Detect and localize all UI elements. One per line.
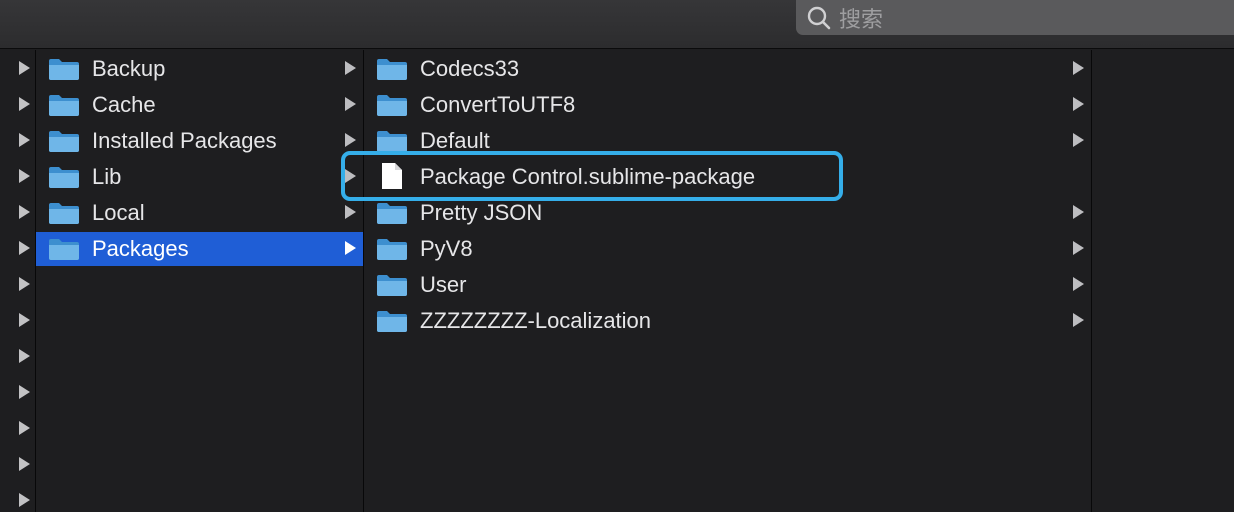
column-preview[interactable] [1092, 50, 1234, 512]
folder-icon [377, 131, 407, 152]
folder-label: User [420, 272, 467, 297]
column-parent[interactable] [0, 50, 36, 512]
disclosure-arrow-icon [345, 241, 356, 255]
disclosure-arrow-icon [345, 133, 356, 147]
disclosure-arrow-icon [1073, 133, 1084, 147]
folder-icon [49, 59, 79, 80]
disclosure-arrow-icon [19, 421, 30, 435]
disclosure-arrow-icon [1073, 313, 1084, 327]
disclosure-arrow-icon [345, 205, 356, 219]
disclosure-arrow-icon [1073, 241, 1084, 255]
list-item[interactable] [0, 196, 35, 230]
disclosure-arrow-icon [345, 169, 356, 183]
column-packages[interactable]: Codecs33 ConvertToUTF8 Default Package C… [364, 50, 1092, 512]
folder-label: PyV8 [420, 236, 473, 261]
list-item[interactable] [0, 268, 35, 302]
folder-icon [49, 95, 79, 116]
search-icon [806, 5, 832, 31]
disclosure-arrow-icon [1073, 205, 1084, 219]
folder-item-installed-packages[interactable]: Installed Packages [36, 124, 363, 158]
folder-label: Packages [92, 236, 189, 261]
disclosure-arrow-icon [19, 457, 30, 471]
file-label: Package Control.sublime-package [420, 164, 756, 189]
folder-item-localization[interactable]: ZZZZZZZZ-Localization [364, 304, 1091, 338]
folder-label: Installed Packages [92, 128, 277, 153]
list-item[interactable] [0, 52, 35, 86]
folder-label: Lib [92, 164, 122, 189]
folder-icon [377, 311, 407, 332]
folder-item-cache[interactable]: Cache [36, 88, 363, 122]
folder-item-default[interactable]: Default [364, 124, 1091, 158]
folder-item-local[interactable]: Local [36, 196, 363, 230]
list-item[interactable] [0, 448, 35, 482]
disclosure-arrow-icon [19, 133, 30, 147]
list-item[interactable] [0, 340, 35, 374]
folder-label: ZZZZZZZZ-Localization [420, 308, 652, 333]
disclosure-arrow-icon [345, 61, 356, 75]
search-placeholder: 搜索 [839, 7, 884, 33]
folder-label: Default [420, 128, 490, 153]
disclosure-arrow-icon [19, 277, 30, 291]
disclosure-arrow-icon [19, 313, 30, 327]
list-item[interactable] [0, 484, 35, 512]
toolbar: 搜索 [0, 0, 1234, 49]
disclosure-arrow-icon [19, 169, 30, 183]
disclosure-arrow-icon [1073, 97, 1084, 111]
folder-item-pretty-json[interactable]: Pretty JSON [364, 196, 1091, 230]
disclosure-arrow-icon [19, 241, 30, 255]
column-library[interactable]: Backup Cache Installed Packages Lib Loca… [36, 50, 364, 512]
folder-item-packages[interactable]: Packages [36, 232, 363, 266]
folder-icon [377, 275, 407, 296]
disclosure-arrow-icon [345, 97, 356, 111]
folder-item-converttoutf8[interactable]: ConvertToUTF8 [364, 88, 1091, 122]
folder-item-lib[interactable]: Lib [36, 160, 363, 194]
list-item[interactable] [0, 124, 35, 158]
file-item-package-control[interactable]: Package Control.sublime-package [364, 160, 1091, 194]
column-browser: Backup Cache Installed Packages Lib Loca… [0, 50, 1234, 512]
folder-icon [377, 203, 407, 224]
folder-icon [49, 203, 79, 224]
folder-item-codecs33[interactable]: Codecs33 [364, 52, 1091, 86]
folder-item-pyv8[interactable]: PyV8 [364, 232, 1091, 266]
folder-label: Local [92, 200, 145, 225]
folder-item-user[interactable]: User [364, 268, 1091, 302]
folder-label: ConvertToUTF8 [420, 92, 576, 117]
folder-icon [49, 239, 79, 260]
folder-icon [377, 59, 407, 80]
folder-icon [377, 95, 407, 116]
list-item[interactable] [0, 232, 35, 266]
disclosure-arrow-icon [1073, 61, 1084, 75]
disclosure-arrow-icon [19, 349, 30, 363]
disclosure-arrow-icon [19, 97, 30, 111]
folder-icon [49, 167, 79, 188]
search-field[interactable]: 搜索 [796, 0, 1234, 35]
disclosure-arrow-icon [1073, 277, 1084, 291]
disclosure-arrow-icon [19, 493, 30, 507]
disclosure-arrow-icon [19, 205, 30, 219]
document-icon [382, 163, 402, 189]
folder-icon [49, 131, 79, 152]
list-item[interactable] [0, 160, 35, 194]
folder-icon [377, 239, 407, 260]
folder-label: Codecs33 [420, 56, 520, 81]
list-item[interactable] [0, 88, 35, 122]
folder-label: Cache [92, 92, 156, 117]
folder-label: Pretty JSON [420, 200, 543, 225]
folder-label: Backup [92, 56, 166, 81]
list-item[interactable] [0, 376, 35, 410]
disclosure-arrow-icon [19, 61, 30, 75]
list-item[interactable] [0, 304, 35, 338]
list-item[interactable] [0, 412, 35, 446]
disclosure-arrow-icon [19, 385, 30, 399]
folder-item-backup[interactable]: Backup [36, 52, 363, 86]
